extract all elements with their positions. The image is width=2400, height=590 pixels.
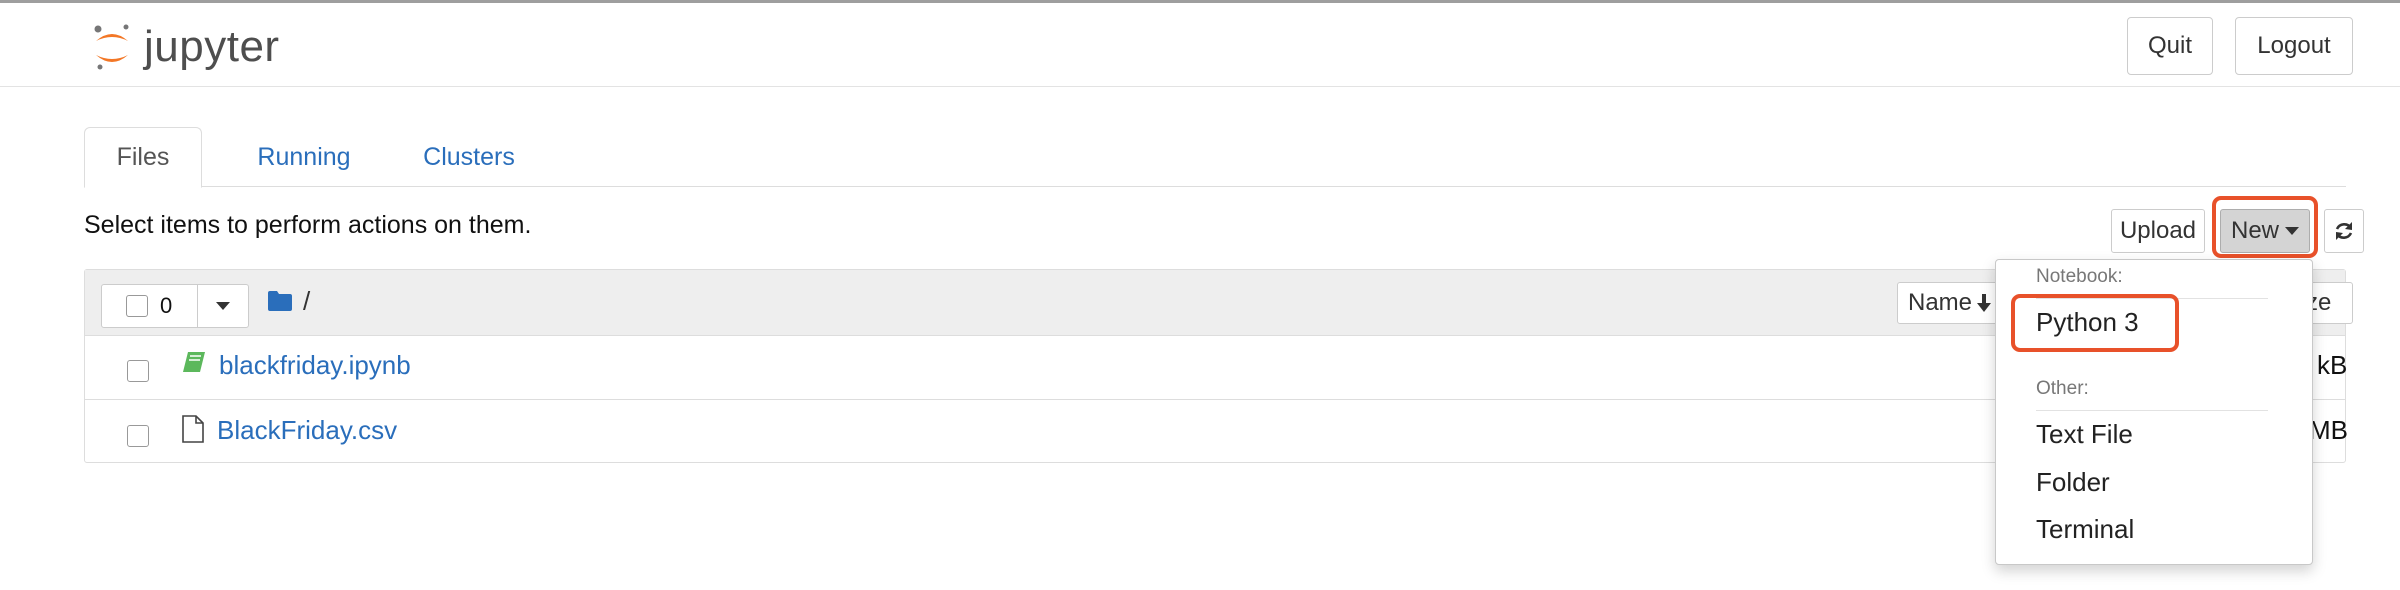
selected-count: 0: [160, 293, 173, 318]
refresh-icon: [2335, 222, 2353, 240]
notebook-section-header: Notebook:: [2036, 266, 2123, 287]
select-dropdown-toggle[interactable]: [198, 285, 248, 327]
new-button-label: New: [2230, 217, 2279, 244]
upload-button[interactable]: Upload: [2111, 209, 2205, 253]
other-section-header: Other:: [2036, 378, 2089, 399]
menu-item-folder[interactable]: Folder: [2036, 467, 2110, 498]
caret-down-icon: [2285, 227, 2299, 235]
top-header: jupyter Quit Logout: [0, 3, 2400, 87]
new-button[interactable]: New: [2220, 209, 2310, 253]
menu-divider: [2036, 298, 2268, 299]
tab-bar: Files Running Clusters: [84, 127, 2346, 188]
select-all-checkbox[interactable]: [126, 295, 148, 317]
select-all-control[interactable]: 0: [101, 284, 249, 328]
caret-down-icon: [216, 302, 230, 310]
row-checkbox[interactable]: [127, 425, 149, 447]
file-size: kB: [2317, 350, 2348, 380]
folder-icon[interactable]: [267, 290, 293, 312]
sort-by-name-button[interactable]: Name: [1897, 282, 2007, 324]
logo-text: jupyter: [144, 22, 280, 71]
file-icon: [182, 415, 204, 443]
file-name-link[interactable]: blackfriday.ipynb: [219, 350, 411, 381]
tab-running[interactable]: Running: [234, 127, 374, 188]
menu-item-python3[interactable]: Python 3: [2036, 307, 2139, 338]
select-all-area: 0: [102, 285, 198, 327]
file-name-link[interactable]: BlackFriday.csv: [217, 415, 397, 446]
notebook-icon: [183, 352, 205, 372]
arrow-down-icon: [1977, 294, 1992, 312]
tab-clusters[interactable]: Clusters: [394, 127, 544, 188]
refresh-button[interactable]: [2324, 209, 2364, 253]
sort-name-label: Name: [1908, 289, 1973, 316]
tab-files[interactable]: Files: [84, 127, 202, 188]
file-size: MB: [2309, 415, 2348, 445]
jupyter-logo[interactable]: jupyter: [90, 17, 280, 77]
menu-item-text-file[interactable]: Text File: [2036, 419, 2133, 450]
jupyter-logo-icon: [94, 24, 129, 70]
row-checkbox[interactable]: [127, 360, 149, 382]
breadcrumb[interactable]: /: [303, 286, 310, 317]
selection-hint: Select items to perform actions on them.: [84, 211, 532, 239]
new-dropdown-menu: Notebook: Python 3 Other: Text File Fold…: [1995, 259, 2313, 565]
quit-button[interactable]: Quit: [2127, 17, 2213, 75]
menu-item-terminal[interactable]: Terminal: [2036, 514, 2134, 545]
menu-divider: [2036, 410, 2268, 411]
logout-button[interactable]: Logout: [2235, 17, 2353, 75]
